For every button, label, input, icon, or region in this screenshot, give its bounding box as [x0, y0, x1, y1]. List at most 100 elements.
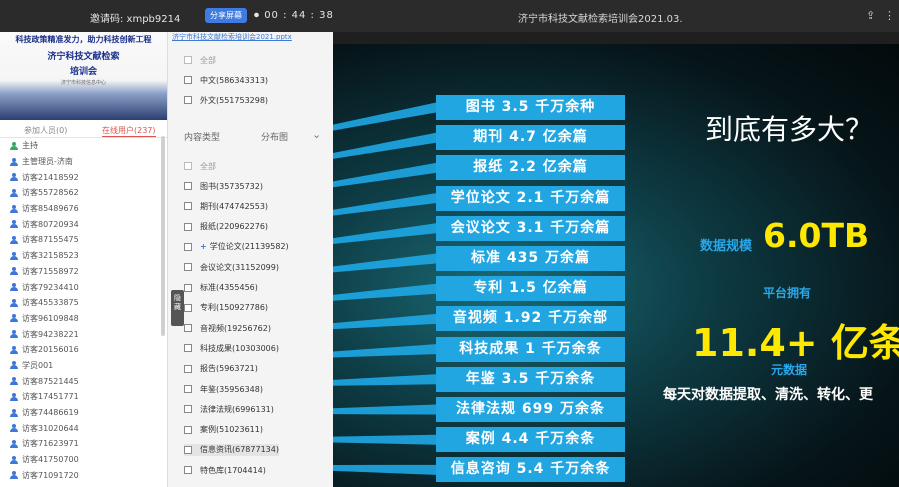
filter-item-type[interactable]: 法律法规(6996131): [184, 403, 274, 415]
resource-label: 期刊 4.7 亿余篇: [436, 125, 625, 151]
presentation-slide: 图书 3.5 千万余种 期刊 4.7 亿余篇 报纸 2.2 亿余篇 学位论文 2.1 …: [333, 44, 899, 487]
user-list-item[interactable]: 访客55728562: [0, 185, 167, 201]
checkbox[interactable]: [184, 222, 192, 231]
user-list-item[interactable]: 访客71558972: [0, 264, 167, 280]
user-name: 访客45533875: [22, 298, 79, 308]
filter-item-type[interactable]: 图书(35735732): [184, 180, 263, 192]
daily-processing-text: 每天对数据提取、清洗、转化、更: [663, 387, 873, 403]
user-list-item[interactable]: 访客79234410: [0, 279, 167, 295]
user-list-item[interactable]: 访客41750700: [0, 452, 167, 468]
user-list-item[interactable]: 访客32158523: [0, 248, 167, 264]
checkbox[interactable]: [184, 445, 192, 454]
checkbox[interactable]: [184, 162, 192, 170]
more-icon[interactable]: ⋮: [884, 9, 895, 22]
user-list-item[interactable]: 访客96109848: [0, 311, 167, 327]
file-name-link[interactable]: 济宁市科技文献检索培训会2021.pptx: [172, 32, 292, 42]
checkbox[interactable]: [184, 263, 192, 272]
filter-label: 信息资讯(67877134): [200, 445, 279, 455]
user-icon: [10, 298, 18, 307]
tab-participants[interactable]: 参加人员(0): [24, 125, 67, 136]
filter-label: 学位论文(21139582): [209, 242, 289, 252]
filter-item-type[interactable]: 年鉴(35956348): [184, 383, 263, 395]
user-icon: [10, 330, 18, 339]
resource-ray: [333, 404, 436, 415]
checkbox[interactable]: [184, 364, 192, 373]
user-list-item[interactable]: 学员001: [0, 358, 167, 374]
banner-slogan: 科技政策精准发力，助力科技创新工程: [15, 35, 152, 44]
resource-label: 学位论文 2.1 千万余篇: [436, 185, 625, 211]
timer-value: 00 : 44 : 38: [264, 10, 334, 21]
collapse-handle[interactable]: 隐藏: [171, 290, 184, 326]
filter-item-type[interactable]: 报告(5963721): [184, 363, 258, 375]
filter-item-type[interactable]: + 学位论文(21139582): [184, 241, 289, 253]
filter-all-language[interactable]: 全部: [184, 54, 216, 66]
event-banner: 科技政策精准发力，助力科技创新工程 济宁科技文献检索 培训会 济宁市科技信息中心: [0, 32, 167, 120]
user-name: 访客80720934: [22, 219, 79, 229]
user-list-item[interactable]: 访客87155475: [0, 232, 167, 248]
checkbox[interactable]: [184, 303, 192, 312]
user-list-item[interactable]: 访客20156016: [0, 342, 167, 358]
sidebar-scrollbar[interactable]: [161, 136, 165, 336]
user-name: 学员001: [22, 360, 54, 370]
checkbox[interactable]: [184, 202, 192, 211]
filter-label: 专利(150927786): [200, 303, 269, 313]
filter-panel: 济宁市科技文献检索培训会2021.pptx 全部 中文(586343313) 外…: [168, 32, 333, 487]
checkbox[interactable]: [184, 283, 192, 292]
filter-item-type[interactable]: 案例(51023611): [184, 424, 263, 436]
expand-icon[interactable]: +: [200, 242, 207, 251]
checkbox[interactable]: [184, 56, 192, 64]
user-list-item[interactable]: 访客85489676: [0, 201, 167, 217]
user-list-item[interactable]: 访客80720934: [0, 216, 167, 232]
filter-item-type[interactable]: 标准(4355456): [184, 282, 258, 294]
user-list-item[interactable]: 访客94238221: [0, 326, 167, 342]
filter-item-type[interactable]: 信息资讯(67877134): [184, 443, 279, 456]
user-list-item[interactable]: 访客21418592: [0, 169, 167, 185]
user-list-item[interactable]: 访客71091720: [0, 467, 167, 483]
filter-item-type[interactable]: 特色库(1704414): [184, 464, 266, 476]
section-distribution[interactable]: 分布图: [261, 130, 288, 143]
filter-item-type[interactable]: 报纸(220962276): [184, 221, 268, 233]
checkbox[interactable]: [184, 344, 192, 353]
checkbox[interactable]: [184, 425, 192, 434]
filter-item-type[interactable]: 会议论文(31152099): [184, 261, 279, 273]
resource-label: 案例 4.4 千万余条: [436, 427, 625, 453]
user-name: 访客41750700: [22, 455, 79, 465]
filter-item-foreign[interactable]: 外文(551753298): [184, 94, 268, 106]
checkbox[interactable]: [184, 242, 192, 251]
checkbox[interactable]: [184, 385, 192, 393]
filter-item-type[interactable]: 期刊(474742553): [184, 200, 268, 212]
user-list-item[interactable]: 访客71623971: [0, 436, 167, 452]
checkbox[interactable]: [184, 96, 192, 104]
user-name: 访客21418592: [22, 172, 79, 182]
user-list: 主持 主管理员-济南访客21418592 访客55728562 访客85489676 访…: [0, 138, 167, 483]
chevron-down-icon[interactable]: ⌄: [312, 128, 321, 141]
user-name: 访客87521445: [22, 376, 79, 386]
user-list-item[interactable]: 访客31020644: [0, 420, 167, 436]
share-screen-button[interactable]: 分享屏幕: [205, 8, 247, 23]
checkbox[interactable]: [184, 405, 192, 414]
share-icon[interactable]: ⇪: [866, 9, 875, 22]
user-list-item[interactable]: 访客87521445: [0, 373, 167, 389]
filter-item-type[interactable]: 科技成果(10303006): [184, 342, 279, 354]
user-icon: [10, 424, 18, 433]
user-list-item[interactable]: 访客17451771: [0, 389, 167, 405]
user-list-item[interactable]: 主持: [0, 138, 167, 154]
checkbox[interactable]: [184, 182, 192, 190]
checkbox[interactable]: [184, 324, 192, 333]
tab-online-users[interactable]: 在线用户(237): [102, 125, 156, 137]
user-name: 访客31020644: [22, 423, 79, 433]
filter-all-type[interactable]: 全部: [184, 160, 216, 172]
checkbox[interactable]: [184, 76, 192, 84]
resource-ray: [333, 374, 436, 386]
user-list-item[interactable]: 访客74486619: [0, 405, 167, 421]
checkbox[interactable]: [184, 466, 192, 475]
filter-label: 科技成果(10303006): [200, 343, 279, 353]
resource-ray: [333, 434, 436, 445]
resource-label: 专利 1.5 亿余篇: [436, 276, 625, 302]
user-name: 访客71091720: [22, 470, 79, 480]
filter-item-chinese[interactable]: 中文(586343313): [184, 74, 268, 86]
filter-item-type[interactable]: 专利(150927786): [184, 302, 268, 314]
filter-item-type[interactable]: 音视频(19256762): [184, 322, 271, 334]
user-list-item[interactable]: 访客45533875: [0, 295, 167, 311]
user-list-item[interactable]: 主管理员-济南: [0, 154, 167, 170]
